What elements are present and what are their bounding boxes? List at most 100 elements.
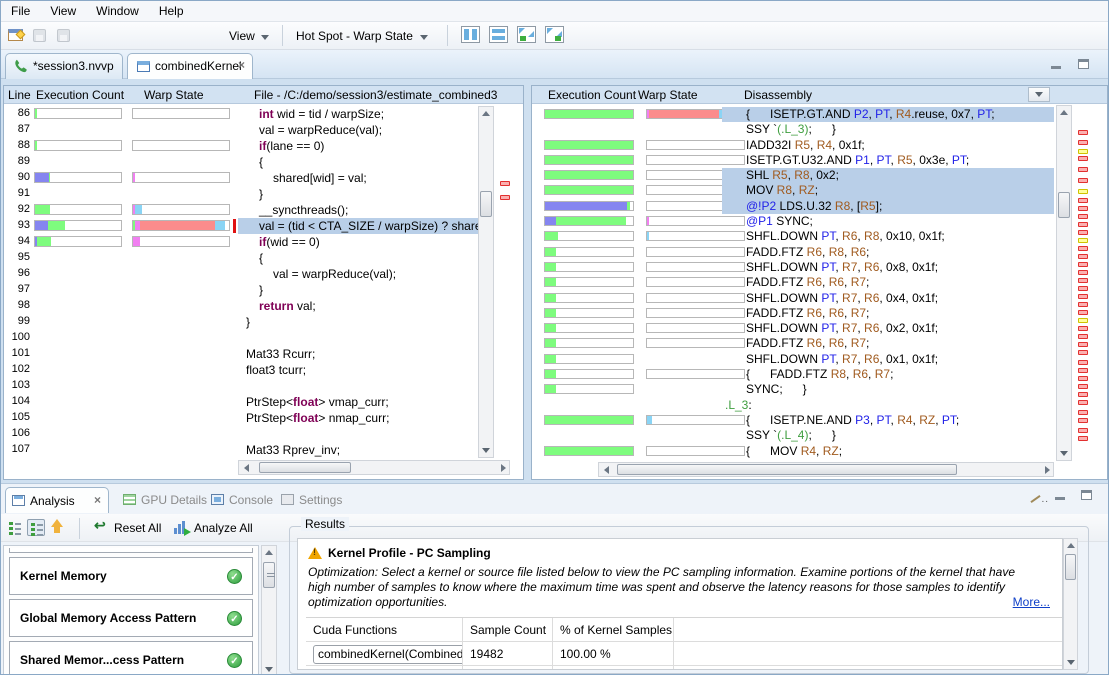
overview-marker[interactable] (1078, 286, 1088, 291)
overview-marker[interactable] (1078, 342, 1088, 347)
analysis-item[interactable]: Kernel Memory✓ (9, 557, 253, 595)
disassembly-hscroll-thumb[interactable] (617, 464, 957, 475)
disassembly-menu-button[interactable] (1028, 87, 1050, 102)
source-hscroll-thumb[interactable] (259, 462, 351, 473)
minimize-panel-button[interactable] (1053, 490, 1069, 502)
maximize-button[interactable] (1076, 59, 1092, 71)
overview-marker[interactable] (1078, 326, 1088, 331)
overview-marker[interactable] (1078, 130, 1088, 135)
maximize-panel-button[interactable] (1079, 490, 1095, 502)
overview-marker[interactable] (500, 195, 510, 200)
scroll-down-icon[interactable] (1060, 451, 1068, 456)
disassembly-row[interactable]: SSY `(.L_4); } (532, 428, 1054, 443)
source-line-row[interactable]: 104PtrStep<float> vmap_curr; (4, 394, 476, 410)
overview-marker[interactable] (1078, 302, 1088, 307)
overview-marker[interactable] (1078, 238, 1088, 243)
scroll-down-icon[interactable] (482, 448, 490, 453)
scroll-right-icon[interactable] (1045, 466, 1050, 474)
reset-all-button[interactable]: Reset All (114, 521, 161, 535)
overview-marker[interactable] (1078, 410, 1088, 415)
table-header-cell[interactable]: Sample Count (463, 618, 553, 642)
overview-marker[interactable] (1078, 167, 1088, 172)
source-line-row[interactable]: 102float3 tcurr; (4, 362, 476, 378)
tab-analysis[interactable]: Analysis× (5, 487, 109, 513)
overview-marker[interactable] (1078, 230, 1088, 235)
close-icon[interactable]: × (94, 493, 101, 507)
disassembly-hscrollbar[interactable] (598, 462, 1054, 477)
overview-marker[interactable] (1078, 436, 1088, 441)
overview-marker[interactable] (1078, 428, 1088, 433)
scroll-right-icon[interactable] (501, 464, 506, 472)
close-icon[interactable]: × (238, 58, 245, 72)
disassembly-row[interactable]: FADD.FTZ R6, R6, R7; (532, 306, 1054, 321)
overview-marker[interactable] (1078, 149, 1088, 154)
source-line-row[interactable]: 92__syncthreads(); (4, 202, 476, 218)
disassembly-row[interactable]: @P1 SYNC; (532, 214, 1054, 229)
maximize-source-button[interactable] (517, 26, 536, 43)
source-line-row[interactable]: 99} (4, 314, 476, 330)
disassembly-row[interactable]: MOV R8, RZ; (532, 183, 1054, 198)
scroll-down-icon[interactable] (1067, 660, 1075, 665)
minimize-button[interactable] (1049, 59, 1065, 71)
overview-marker[interactable] (1078, 278, 1088, 283)
tab-settings[interactable]: Settings (275, 487, 341, 513)
tab-console[interactable]: Console (205, 487, 273, 513)
source-line-row[interactable]: 95{ (4, 250, 476, 266)
scroll-up-icon[interactable] (265, 550, 273, 555)
source-line-row[interactable]: 94if(wid == 0) (4, 234, 476, 250)
disassembly-row[interactable]: FADD.FTZ R6, R6, R7; (532, 275, 1054, 290)
source-line-row[interactable]: 91} (4, 186, 476, 202)
overview-marker[interactable] (1078, 310, 1088, 315)
overview-marker[interactable] (1078, 254, 1088, 259)
overview-marker[interactable] (1078, 178, 1088, 183)
overview-marker[interactable] (1078, 360, 1088, 365)
overview-marker[interactable] (1078, 350, 1088, 355)
source-line-row[interactable]: 88if(lane == 0) (4, 138, 476, 154)
disassembly-row[interactable]: SHFL.DOWN PT, R7, R6, 0x4, 0x1f; (532, 291, 1054, 306)
overview-marker[interactable] (1078, 222, 1088, 227)
source-line-row[interactable]: 87val = warpReduce(val); (4, 122, 476, 138)
scroll-up-icon[interactable] (1067, 543, 1075, 548)
disassembly-row[interactable]: SHFL.DOWN PT, R7, R6, 0x8, 0x1f; (532, 260, 1054, 275)
source-line-row[interactable]: 98return val; (4, 298, 476, 314)
tab-session3[interactable]: *session3.nvvp (5, 53, 123, 79)
expand-list-button[interactable] (27, 519, 45, 536)
scroll-up-icon[interactable] (482, 111, 490, 116)
maximize-disassembly-button[interactable] (545, 26, 564, 43)
disassembly-row[interactable]: ISETP.GT.U32.AND P1, PT, R5, 0x3e, PT; (532, 153, 1054, 168)
source-line-row[interactable]: 97} (4, 282, 476, 298)
disassembly-row[interactable]: IADD32I R5, R4, 0x1f; (532, 138, 1054, 153)
split-horizontal-button[interactable] (489, 26, 508, 43)
source-line-row[interactable]: 107Mat33 Rprev_inv; (4, 442, 476, 458)
overview-marker[interactable] (1078, 140, 1088, 145)
up-arrow-button[interactable] (49, 518, 65, 536)
overview-marker[interactable] (1078, 206, 1088, 211)
menu-item-view[interactable]: View (40, 1, 86, 18)
table-row[interactable]: combinedKernel(Combined)19482100.00 % (306, 642, 1062, 666)
source-line-row[interactable]: 101Mat33 Rcurr; (4, 346, 476, 362)
results-scrollbar[interactable] (1063, 538, 1078, 670)
analysis-item[interactable]: Shared Memor...cess Pattern✓ (9, 641, 253, 675)
disassembly-row[interactable]: @!P2 LDS.U.32 R8, [R5]; (532, 199, 1054, 214)
split-vertical-button[interactable] (461, 26, 480, 43)
menu-item-window[interactable]: Window (86, 1, 149, 18)
hotspot-dropdown[interactable]: Hot Spot - Warp State (296, 27, 428, 45)
overview-marker[interactable] (1078, 262, 1088, 267)
overview-marker[interactable] (1078, 384, 1088, 389)
overview-marker[interactable] (1078, 214, 1088, 219)
analysis-list-scrollbar[interactable] (261, 545, 277, 675)
overview-marker[interactable] (1078, 400, 1088, 405)
table-header-cell[interactable]: % of Kernel Samples (553, 618, 674, 642)
overview-marker[interactable] (1078, 156, 1088, 161)
source-line-row[interactable]: 93val = (tid < CTA_SIZE / warpSize) ? sh… (4, 218, 476, 234)
source-hscrollbar[interactable] (238, 460, 510, 475)
more-link[interactable]: More... (1013, 595, 1050, 609)
disassembly-vscrollbar[interactable] (1056, 105, 1072, 461)
source-line-row[interactable]: 103 (4, 378, 476, 394)
source-line-row[interactable]: 96val = warpReduce(val); (4, 266, 476, 282)
overview-marker[interactable] (1078, 189, 1088, 194)
menu-item-file[interactable]: File (1, 1, 40, 18)
collapse-list-button[interactable] (6, 519, 24, 536)
disassembly-row[interactable]: FADD.FTZ R6, R6, R7; (532, 336, 1054, 351)
save-button[interactable] (31, 26, 51, 46)
